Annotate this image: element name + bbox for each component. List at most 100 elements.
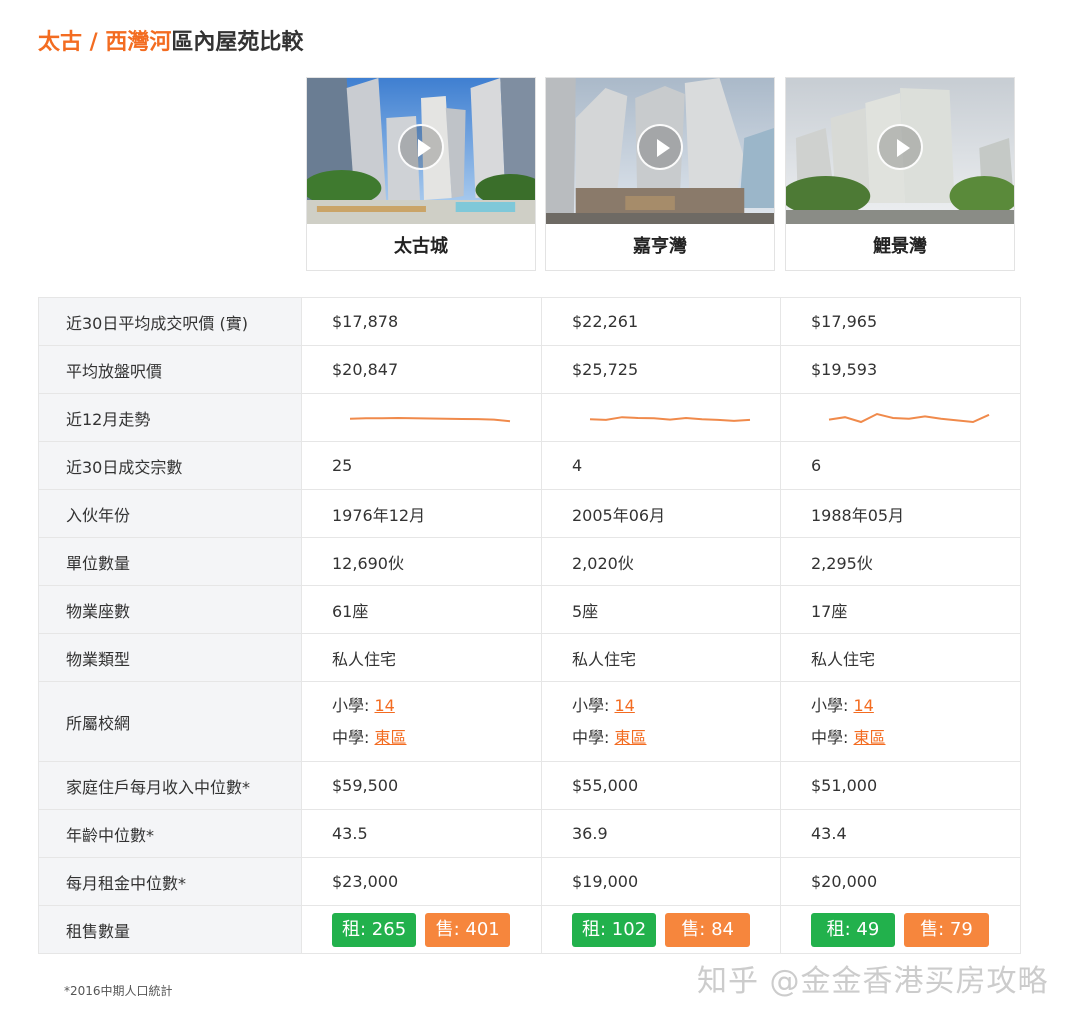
table-row-list-price: 平均放盤呎價 $20,847 $25,725 $19,593 (38, 345, 1021, 394)
secondary-school-label: 中學: (332, 727, 375, 747)
cell-value: 2005年06月 (541, 489, 781, 538)
estate-name: 鯉景灣 (873, 236, 927, 257)
title-district-1: 太古 (38, 30, 83, 55)
secondary-school-link[interactable]: 東區 (374, 728, 406, 747)
table-row-age: 年齡中位數* 43.5 36.9 43.4 (38, 809, 1021, 858)
school-cell: 小學: 14 中學: 東區 (541, 681, 781, 762)
row-label: 入伙年份 (38, 489, 302, 538)
table-row-listings: 租售數量 租: 265 售: 401 租: 102 售: 84 租: 49 售: 79 (38, 905, 1021, 954)
sparkline-chart (349, 416, 511, 422)
sale-listings-button[interactable]: 售: 401 (425, 912, 511, 947)
primary-school-label: 小學: (332, 695, 375, 715)
cell-value: $51,000 (780, 761, 1021, 810)
cell-value: 私人住宅 (301, 633, 542, 682)
trend-cell (780, 393, 1021, 442)
secondary-school-link[interactable]: 東區 (853, 728, 885, 747)
cell-value: 61座 (301, 585, 542, 634)
estate-name: 嘉亨灣 (633, 236, 687, 257)
table-row-transactions: 近30日成交宗數 25 4 6 (38, 441, 1021, 490)
cell-value: 12,690伙 (301, 537, 542, 586)
cell-value: 43.4 (780, 809, 1021, 858)
cell-value: $25,725 (541, 345, 781, 394)
sale-listings-button[interactable]: 售: 79 (904, 912, 989, 947)
estate-photo[interactable] (307, 78, 535, 224)
table-row-units: 單位數量 12,690伙 2,020伙 2,295伙 (38, 537, 1021, 586)
rent-listings-button[interactable]: 租: 265 (332, 912, 417, 947)
sparkline-line (828, 412, 990, 423)
comparison-table: 近30日平均成交呎價 (實) $17,878 $22,261 $17,965 平… (38, 297, 1021, 954)
title-district-2: 西灣河 (105, 30, 172, 55)
cell-value: 2,295伙 (780, 537, 1021, 586)
primary-school-label: 小學: (811, 695, 854, 715)
sparkline-chart (828, 412, 990, 423)
cell-value: 43.5 (301, 809, 542, 858)
row-label: 年齡中位數* (38, 809, 302, 858)
page-title: 太古 / 西灣河區內屋苑比較 (38, 24, 303, 56)
cell-value: 2,020伙 (541, 537, 781, 586)
cell-value: $22,261 (541, 297, 781, 346)
cell-value: 5座 (541, 585, 781, 634)
sale-listings-button[interactable]: 售: 84 (665, 912, 751, 947)
table-row-rent: 每月租金中位數* $23,000 $19,000 $20,000 (38, 857, 1021, 906)
secondary-school-label: 中學: (572, 727, 615, 747)
title-rest: 區內屋苑比較 (171, 30, 304, 55)
primary-school-link[interactable]: 14 (614, 696, 634, 715)
secondary-school-link[interactable]: 東區 (614, 728, 646, 747)
trend-cell (301, 393, 542, 442)
row-label: 家庭住戶每月收入中位數* (38, 761, 302, 810)
cell-value: $17,878 (301, 297, 542, 346)
cell-value: $17,965 (780, 297, 1021, 346)
row-label: 單位數量 (38, 537, 302, 586)
estate-photo[interactable] (786, 78, 1014, 224)
secondary-school-label: 中學: (811, 727, 854, 747)
sparkline-chart (589, 415, 751, 422)
play-icon[interactable] (398, 124, 444, 170)
cell-value: 1988年05月 (780, 489, 1021, 538)
table-row-intake: 入伙年份 1976年12月 2005年06月 1988年05月 (38, 489, 1021, 538)
row-label: 每月租金中位數* (38, 857, 302, 906)
table-row-income: 家庭住戶每月收入中位數* $59,500 $55,000 $51,000 (38, 761, 1021, 810)
rent-listings-button[interactable]: 租: 49 (811, 912, 895, 947)
play-icon[interactable] (637, 124, 683, 170)
table-row-trend: 近12月走勢 (38, 393, 1021, 442)
cell-value: $59,500 (301, 761, 542, 810)
cell-value: 私人住宅 (541, 633, 781, 682)
row-label: 近12月走勢 (38, 393, 302, 442)
table-row-school: 所屬校網 小學: 14 中學: 東區 小學: 14 中學: 東區 小學: 14 … (38, 681, 1021, 762)
primary-school-label: 小學: (572, 695, 615, 715)
school-cell: 小學: 14 中學: 東區 (780, 681, 1021, 762)
cell-value: 6 (780, 441, 1021, 490)
estate-name: 太古城 (394, 236, 448, 257)
row-label: 近30日成交宗數 (38, 441, 302, 490)
rent-listings-button[interactable]: 租: 102 (572, 912, 657, 947)
primary-school-link[interactable]: 14 (374, 696, 394, 715)
listings-cell: 租: 102 售: 84 (541, 905, 781, 954)
cell-value: 私人住宅 (780, 633, 1021, 682)
primary-school-link[interactable]: 14 (853, 696, 873, 715)
cell-value: 4 (541, 441, 781, 490)
estate-card-3[interactable]: 鯉景灣 (785, 77, 1015, 271)
row-label: 近30日平均成交呎價 (實) (38, 297, 302, 346)
listings-cell: 租: 49 售: 79 (780, 905, 1021, 954)
play-icon[interactable] (877, 124, 923, 170)
watermark: 知乎 @金金香港买房攻略 (697, 964, 1049, 999)
row-label: 所屬校網 (38, 681, 302, 762)
cell-value: 1976年12月 (301, 489, 542, 538)
row-label: 物業座數 (38, 585, 302, 634)
title-separator: / (82, 30, 106, 55)
cell-value: 17座 (780, 585, 1021, 634)
estate-card-2[interactable]: 嘉亨灣 (545, 77, 775, 271)
row-label: 租售數量 (38, 905, 302, 954)
cell-value: 25 (301, 441, 542, 490)
school-cell: 小學: 14 中學: 東區 (301, 681, 542, 762)
estate-card-1[interactable]: 太古城 (306, 77, 536, 271)
estate-photo[interactable] (546, 78, 774, 224)
trend-cell (541, 393, 781, 442)
listings-cell: 租: 265 售: 401 (301, 905, 542, 954)
cell-value: $20,000 (780, 857, 1021, 906)
sparkline-line (589, 415, 751, 422)
cell-value: $20,847 (301, 345, 542, 394)
cell-value: $23,000 (301, 857, 542, 906)
cell-value: $19,000 (541, 857, 781, 906)
cell-value: 36.9 (541, 809, 781, 858)
